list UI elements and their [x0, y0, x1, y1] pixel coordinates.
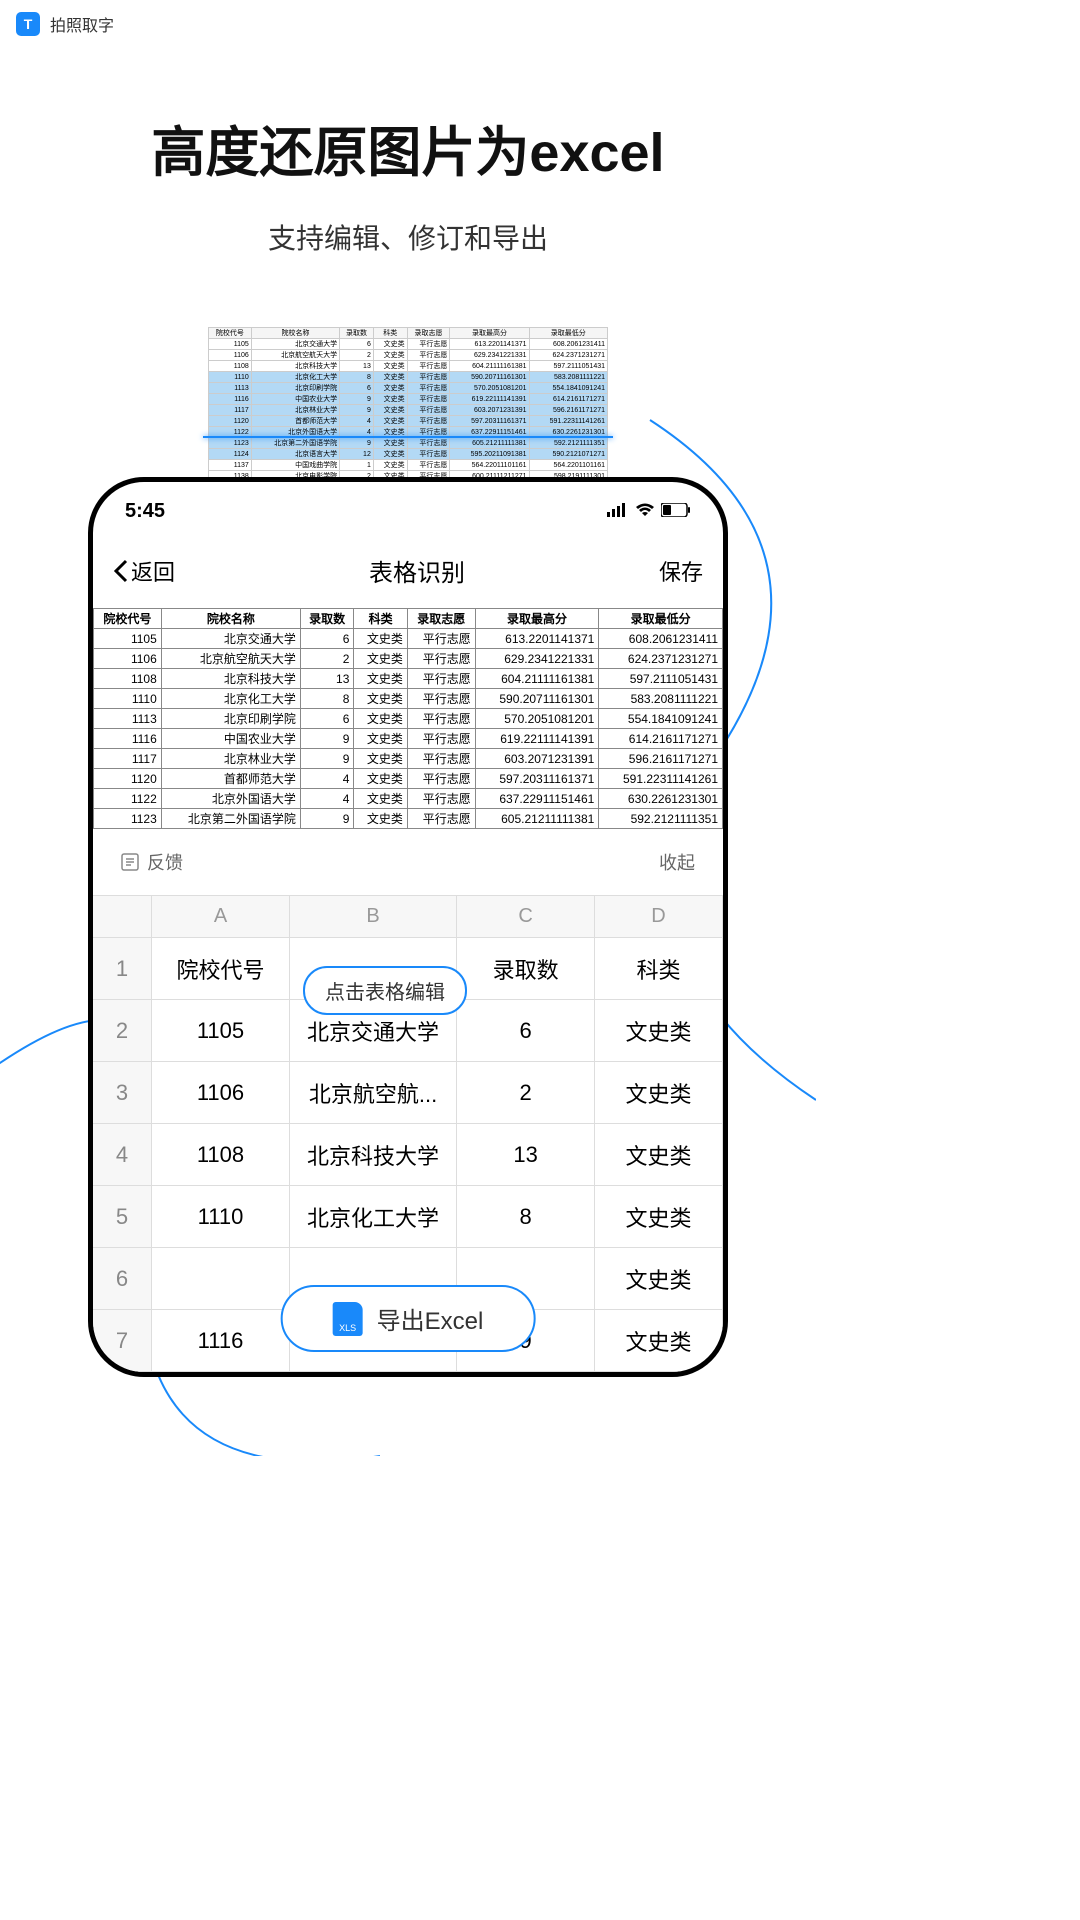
- status-bar: 5:45: [93, 482, 723, 533]
- row-header[interactable]: 7: [93, 1310, 152, 1372]
- excel-cell[interactable]: 文史类: [595, 1062, 723, 1124]
- excel-cell[interactable]: 院校代号: [152, 938, 290, 1000]
- excel-cell[interactable]: 文史类: [595, 1248, 723, 1310]
- col-header[interactable]: A: [152, 896, 290, 938]
- excel-cell[interactable]: 1116: [152, 1310, 290, 1372]
- excel-cell[interactable]: 1110: [152, 1186, 290, 1248]
- excel-cell[interactable]: 北京航空航...: [290, 1062, 457, 1124]
- feedback-icon: [121, 853, 139, 871]
- save-button[interactable]: 保存: [659, 555, 703, 587]
- col-header[interactable]: B: [290, 896, 457, 938]
- excel-cell[interactable]: 科类: [595, 938, 723, 1000]
- row-header[interactable]: 3: [93, 1062, 152, 1124]
- app-name: 拍照取字: [50, 12, 114, 36]
- excel-cell[interactable]: 北京化工大学: [290, 1186, 457, 1248]
- signal-icon: [607, 500, 629, 523]
- status-time: 5:45: [125, 500, 165, 523]
- back-button[interactable]: 返回: [113, 555, 175, 587]
- row-header[interactable]: 6: [93, 1248, 152, 1310]
- nav-title: 表格识别: [369, 553, 465, 588]
- col-header[interactable]: D: [595, 896, 723, 938]
- export-excel-button[interactable]: XLS 导出Excel: [281, 1285, 536, 1352]
- excel-cell[interactable]: 文史类: [595, 1000, 723, 1062]
- feedback-label: 反馈: [147, 849, 183, 875]
- edit-tooltip: 点击表格编辑: [303, 966, 467, 1015]
- feedback-button[interactable]: 反馈: [121, 849, 183, 875]
- excel-cell[interactable]: 6: [457, 1000, 595, 1062]
- hero-subtitle: 支持编辑、修订和导出: [0, 217, 816, 257]
- excel-cell[interactable]: 1106: [152, 1062, 290, 1124]
- scan-line: [203, 436, 613, 438]
- collapse-button[interactable]: 收起: [659, 849, 695, 875]
- app-header: T 拍照取字: [0, 0, 816, 48]
- excel-cell[interactable]: [152, 1248, 290, 1310]
- feedback-bar: 反馈 收起: [93, 829, 723, 895]
- excel-cell[interactable]: 文史类: [595, 1310, 723, 1372]
- nav-bar: 返回 表格识别 保存: [93, 533, 723, 608]
- col-header[interactable]: C: [457, 896, 595, 938]
- export-label: 导出Excel: [377, 1301, 484, 1336]
- excel-cell[interactable]: 文史类: [595, 1124, 723, 1186]
- row-header[interactable]: 2: [93, 1000, 152, 1062]
- back-label: 返回: [131, 555, 175, 587]
- hero-title: 高度还原图片为excel: [0, 108, 816, 187]
- excel-cell[interactable]: 北京科技大学: [290, 1124, 457, 1186]
- row-header[interactable]: 4: [93, 1124, 152, 1186]
- row-header[interactable]: 1: [93, 938, 152, 1000]
- battery-icon: [661, 500, 691, 523]
- app-icon: T: [16, 12, 40, 36]
- xls-icon: XLS: [333, 1302, 363, 1336]
- chevron-left-icon: [113, 559, 129, 583]
- excel-cell[interactable]: 13: [457, 1124, 595, 1186]
- excel-cell[interactable]: 1105: [152, 1000, 290, 1062]
- excel-cell[interactable]: 1108: [152, 1124, 290, 1186]
- phone-mockup: 5:45 返回 表格识别 保存 院校代号院校名称录取数科类录取志愿录取最高分录取…: [88, 477, 728, 1377]
- detail-table: 院校代号院校名称录取数科类录取志愿录取最高分录取最低分1105北京交通大学6文史…: [93, 608, 723, 829]
- excel-cell[interactable]: 录取数: [457, 938, 595, 1000]
- excel-cell[interactable]: 文史类: [595, 1186, 723, 1248]
- wifi-icon: [635, 500, 655, 523]
- excel-cell[interactable]: 2: [457, 1062, 595, 1124]
- excel-cell[interactable]: 8: [457, 1186, 595, 1248]
- row-header[interactable]: 5: [93, 1186, 152, 1248]
